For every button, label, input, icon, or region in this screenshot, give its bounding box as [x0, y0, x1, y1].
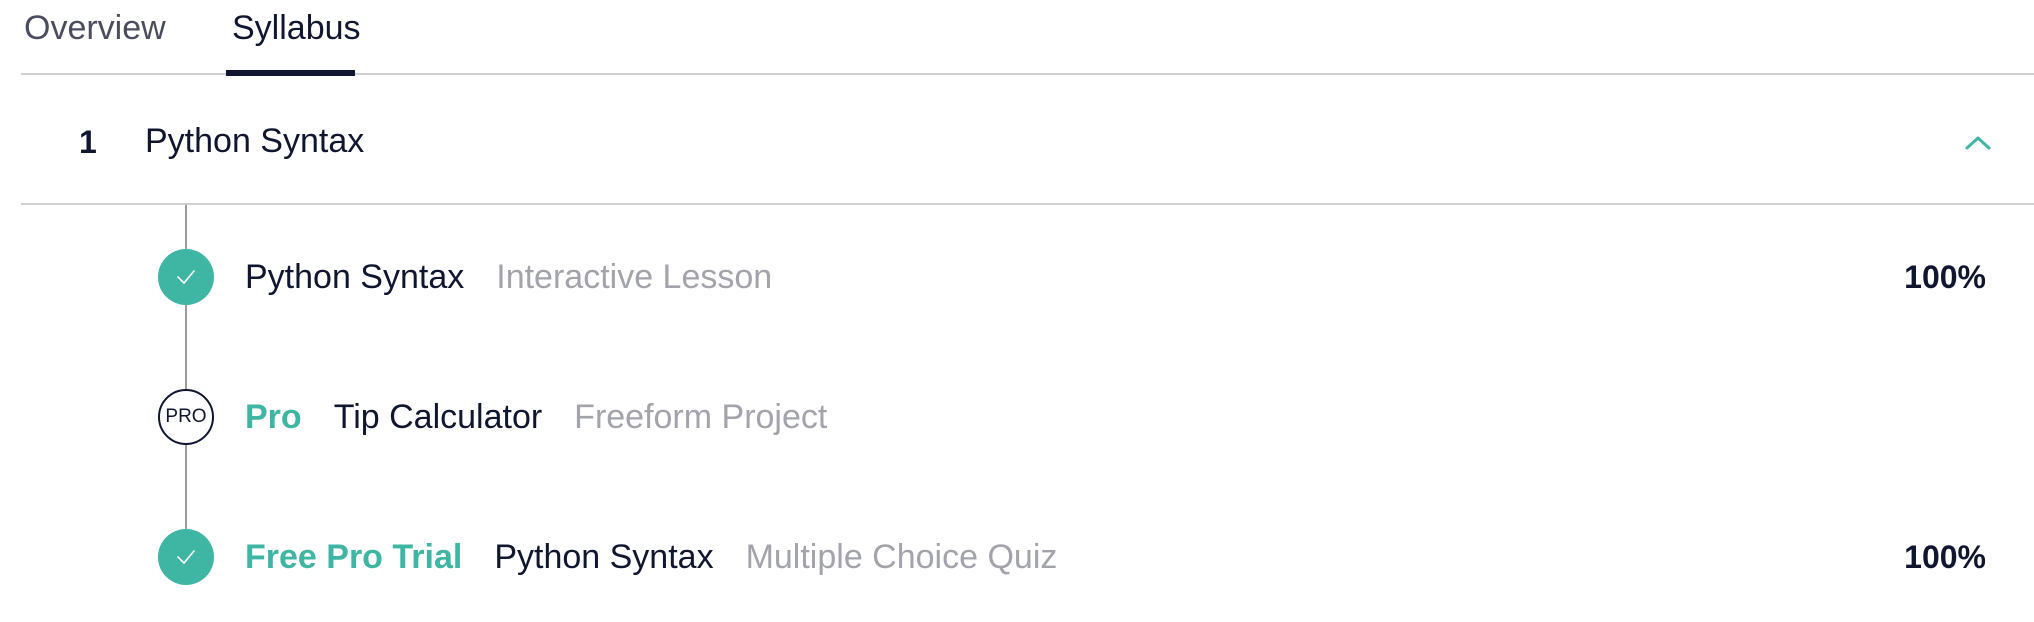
tab-overview[interactable]: Overview: [24, 8, 166, 48]
syllabus-item[interactable]: Free Pro Trial Python Syntax Multiple Ch…: [0, 516, 2034, 596]
item-type: Interactive Lesson: [496, 257, 773, 296]
item-name[interactable]: Python Syntax: [494, 538, 713, 577]
item-texts: Pro Tip Calculator Freeform Project: [245, 394, 827, 440]
item-progress: 100%: [1904, 259, 1986, 295]
syllabus-item[interactable]: Python Syntax Interactive Lesson 100%: [0, 236, 2034, 316]
chevron-up-icon[interactable]: [1948, 111, 2008, 171]
item-name[interactable]: Tip Calculator: [334, 398, 542, 437]
module-number: 1: [79, 124, 97, 160]
free-pro-trial-tag: Free Pro Trial: [245, 537, 463, 576]
item-name[interactable]: Python Syntax: [245, 258, 464, 297]
tab-syllabus[interactable]: Syllabus: [226, 8, 367, 73]
syllabus-item[interactable]: PRO Pro Tip Calculator Freeform Project: [0, 376, 2034, 456]
pro-badge-icon: PRO: [158, 389, 214, 445]
item-type: Multiple Choice Quiz: [745, 537, 1058, 576]
syllabus-page: Overview Syllabus 1 Python Syntax Python…: [0, 0, 2034, 622]
item-type: Freeform Project: [574, 397, 828, 436]
module-header[interactable]: 1 Python Syntax: [21, 75, 2034, 205]
item-progress: 100%: [1904, 539, 1986, 575]
item-texts: Free Pro Trial Python Syntax Multiple Ch…: [245, 534, 1057, 580]
check-circle-icon: [158, 249, 214, 305]
tab-bar: Overview Syllabus: [21, 0, 2034, 75]
item-texts: Python Syntax Interactive Lesson: [245, 254, 772, 300]
pro-tag: Pro: [245, 397, 302, 436]
check-circle-icon: [158, 529, 214, 585]
module-title: Python Syntax: [145, 122, 365, 160]
